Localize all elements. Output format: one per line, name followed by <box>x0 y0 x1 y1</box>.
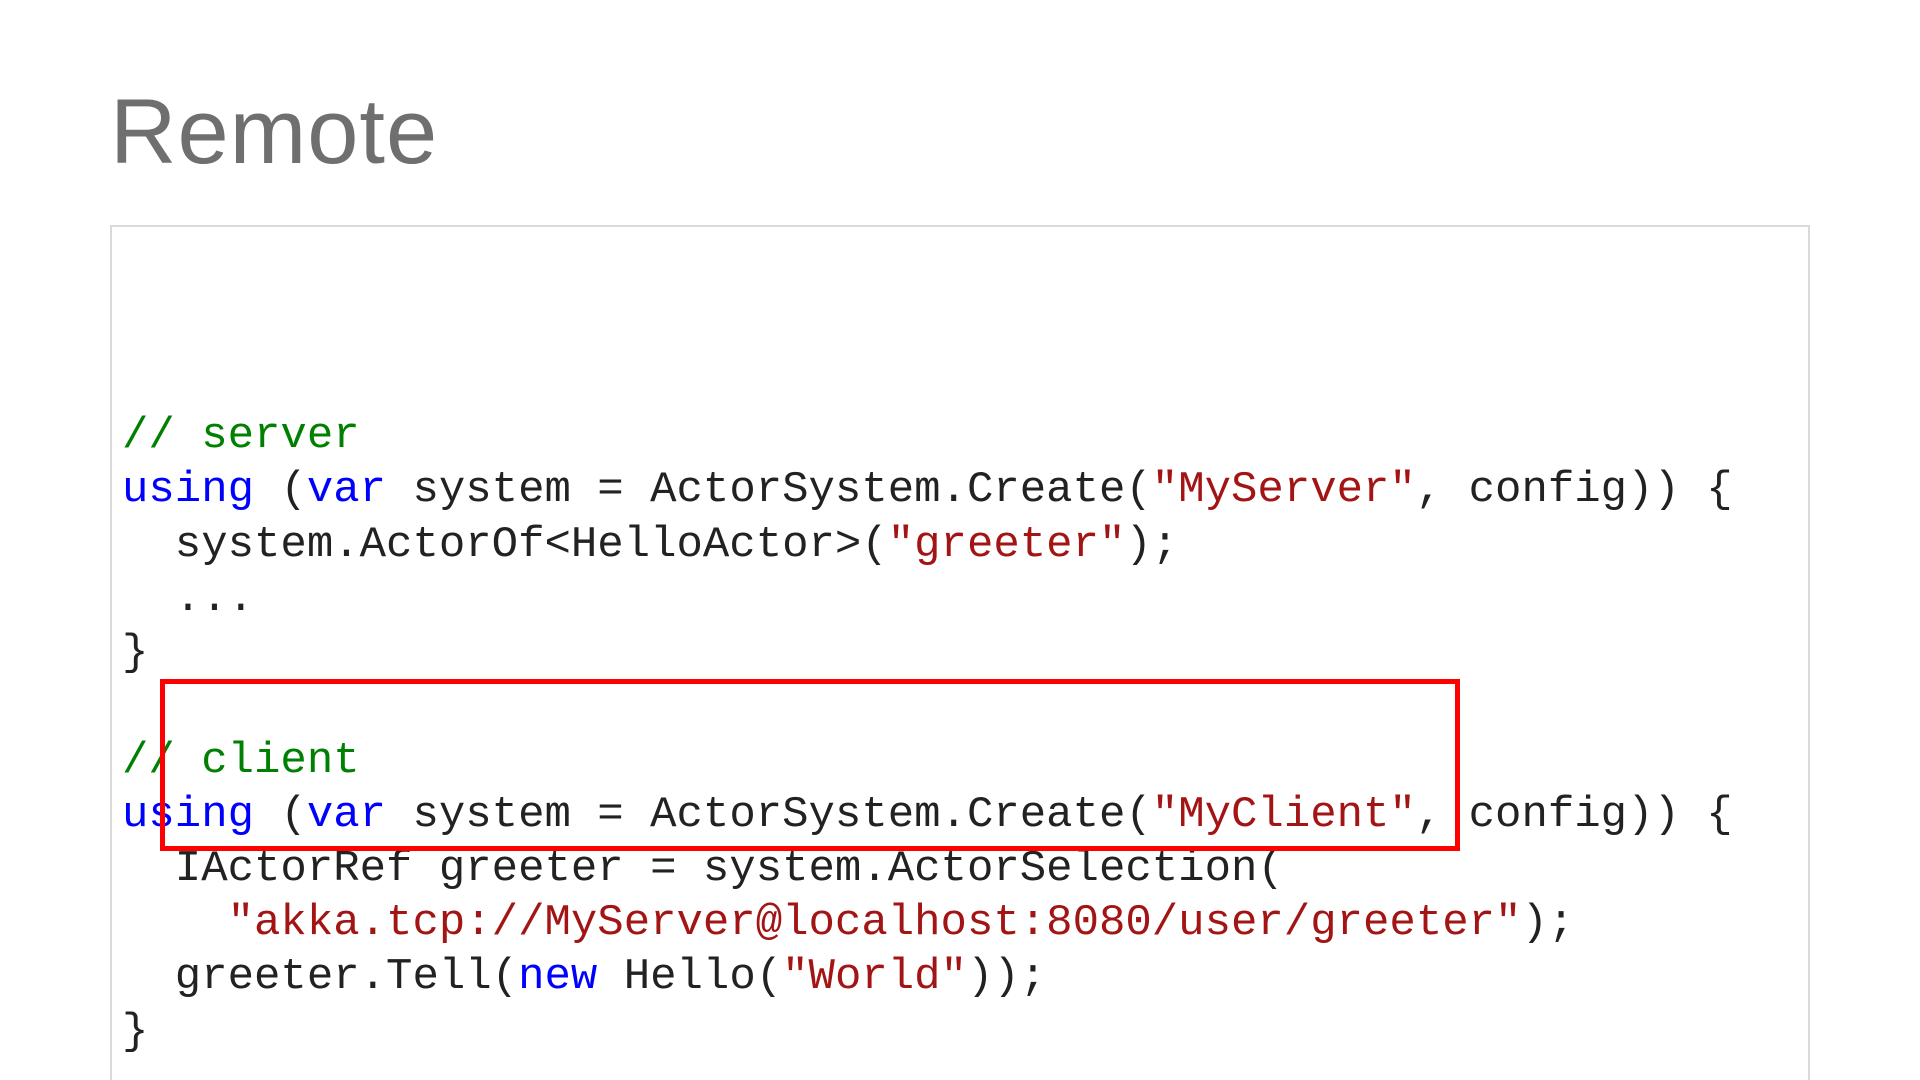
code-line: using (var system = ActorSystem.Create("… <box>122 788 1798 842</box>
code-token: )); <box>967 952 1046 1002</box>
code-token: system = ActorSystem.Create( <box>386 465 1152 515</box>
code-token: var <box>307 465 386 515</box>
code-token: new <box>518 952 597 1002</box>
slide-title: Remote <box>110 80 1810 185</box>
code-token: ); <box>1125 520 1178 570</box>
code-token: "greeter" <box>888 520 1126 570</box>
code-token: system.ActorOf<HelloActor>( <box>122 520 888 570</box>
code-token: var <box>307 790 386 840</box>
code-token: ); <box>1521 898 1574 948</box>
code-token: "World" <box>782 952 967 1002</box>
code-token: ( <box>254 790 307 840</box>
code-line: system.ActorOf<HelloActor>("greeter"); <box>122 518 1798 572</box>
code-line: IActorRef greeter = system.ActorSelectio… <box>122 842 1798 896</box>
code-line: // client <box>122 734 1798 788</box>
code-token: // server <box>122 411 360 461</box>
code-line: greeter.Tell(new Hello("World")); <box>122 950 1798 1004</box>
code-token: using <box>122 790 254 840</box>
code-line: } <box>122 626 1798 680</box>
code-token: "MyClient" <box>1152 790 1416 840</box>
code-token: , config)) { <box>1416 790 1733 840</box>
code-line: } <box>122 1005 1798 1059</box>
code-token: "MyServer" <box>1152 465 1416 515</box>
code-token: greeter.Tell( <box>122 952 518 1002</box>
code-line <box>122 680 1798 734</box>
code-token: using <box>122 465 254 515</box>
code-token: system = ActorSystem.Create( <box>386 790 1152 840</box>
code-token: ( <box>254 465 307 515</box>
code-token: Hello( <box>597 952 782 1002</box>
code-token: } <box>122 628 148 678</box>
code-line: using (var system = ActorSystem.Create("… <box>122 463 1798 517</box>
code-line: // server <box>122 409 1798 463</box>
code-token: // client <box>122 736 360 786</box>
code-token: ... <box>122 574 254 624</box>
slide: Remote // serverusing (var system = Acto… <box>0 0 1920 1080</box>
code-token <box>122 898 228 948</box>
code-token: , config)) { <box>1416 465 1733 515</box>
code-token: } <box>122 1007 148 1057</box>
code-line: ... <box>122 572 1798 626</box>
code-block: // serverusing (var system = ActorSystem… <box>110 225 1810 1080</box>
code-line: "akka.tcp://MyServer@localhost:8080/user… <box>122 896 1798 950</box>
code-token: IActorRef greeter = system.ActorSelectio… <box>122 844 1284 894</box>
code-token: "akka.tcp://MyServer@localhost:8080/user… <box>228 898 1522 948</box>
